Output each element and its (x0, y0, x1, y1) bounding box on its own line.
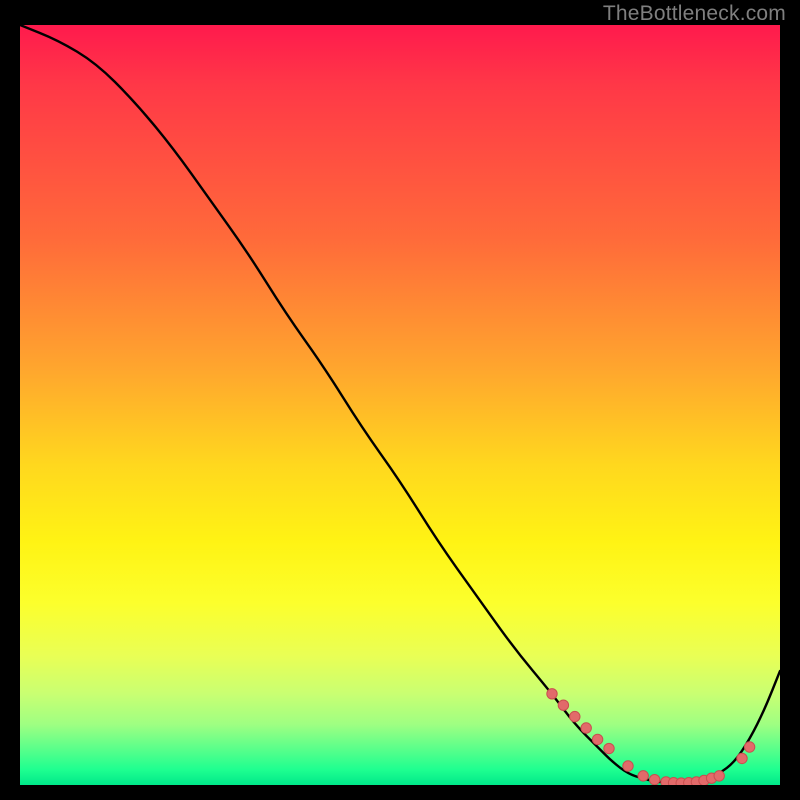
curve-path (20, 25, 780, 783)
chart-svg (20, 25, 780, 785)
highlight-dot (581, 723, 591, 733)
highlight-dot (714, 771, 724, 781)
highlight-dot (604, 743, 614, 753)
highlight-dot (623, 761, 633, 771)
highlight-dot (638, 771, 648, 781)
chart-plot-area (20, 25, 780, 785)
highlight-dot (547, 689, 557, 699)
highlight-dot (558, 700, 568, 710)
watermark-text: TheBottleneck.com (603, 2, 786, 26)
highlight-dot (570, 711, 580, 721)
highlight-dot (737, 753, 747, 763)
chart-stage: TheBottleneck.com (0, 0, 800, 800)
highlight-dot (744, 742, 754, 752)
highlight-dot (649, 774, 659, 784)
highlight-dot (592, 734, 602, 744)
